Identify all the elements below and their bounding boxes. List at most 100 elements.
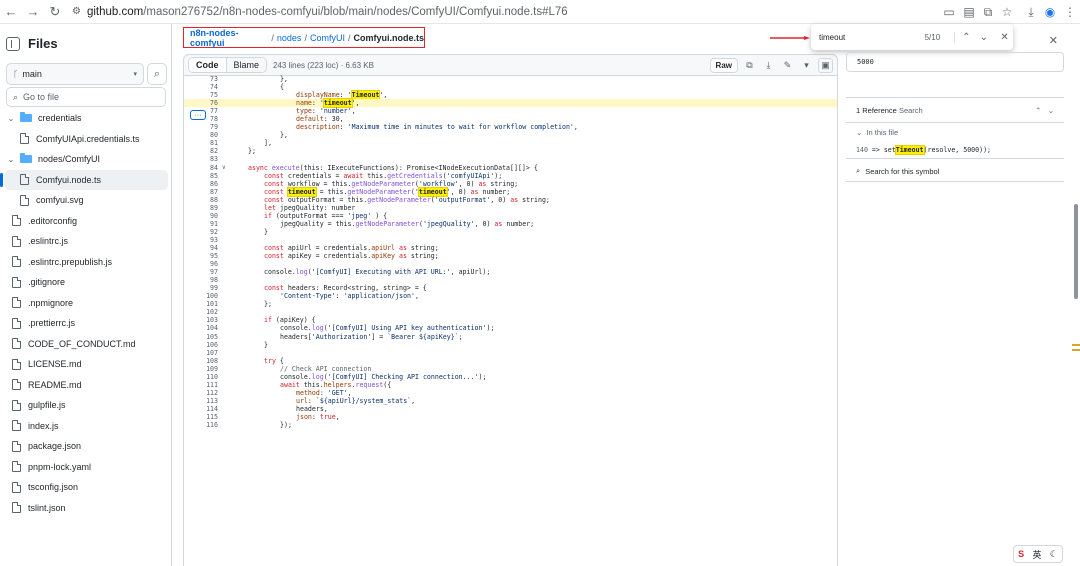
tree-file[interactable]: Comfyui.node.ts — [0, 169, 168, 190]
line-number[interactable]: 88 — [184, 196, 222, 204]
line-number[interactable]: 92 — [184, 228, 222, 236]
line-number[interactable]: 81 — [184, 139, 222, 147]
line-number[interactable]: 75 — [184, 91, 222, 99]
go-to-file-input[interactable]: ⌕ Go to file — [6, 87, 166, 107]
symbols-panel-icon[interactable]: ▣ — [818, 58, 833, 73]
code-line[interactable]: 93 — [184, 236, 837, 244]
line-number[interactable]: 111 — [184, 381, 222, 389]
tree-file[interactable]: .eslintrc.js — [0, 231, 172, 252]
profile-icon[interactable]: ◉ — [1041, 3, 1059, 21]
breadcrumb-comfyui[interactable]: ComfyUI — [310, 33, 345, 43]
back-icon[interactable]: ← — [0, 1, 22, 23]
fold-icon[interactable]: ∨ — [222, 164, 232, 172]
line-number[interactable]: 98 — [184, 276, 222, 284]
code-line[interactable]: 109 // Check API connection — [184, 365, 837, 373]
code-line[interactable]: 100 'Content-Type': 'application/json', — [184, 292, 837, 300]
tree-file[interactable]: .editorconfig — [0, 211, 172, 232]
tree-file[interactable]: LICENSE.md — [0, 354, 172, 375]
line-number[interactable]: 107 — [184, 349, 222, 357]
line-number[interactable]: 99 — [184, 284, 222, 292]
tree-file[interactable]: .eslintrc.prepublish.js — [0, 252, 172, 273]
tree-file[interactable]: ComfyUIApi.credentials.ts — [0, 129, 172, 150]
in-this-file-toggle[interactable]: ⌄ In this file — [856, 128, 898, 137]
reader-icon[interactable]: ▤ — [960, 3, 978, 21]
download-icon[interactable]: ⤓ — [1022, 3, 1040, 21]
tab-blame[interactable]: Blame — [227, 58, 267, 72]
line-number[interactable]: 82 — [184, 147, 222, 155]
line-number[interactable]: 112 — [184, 389, 222, 397]
code-line[interactable]: 103 if (apiKey) { — [184, 316, 837, 324]
tree-file[interactable]: .prettierrc.js — [0, 313, 172, 334]
line-number[interactable]: 83 — [184, 155, 222, 163]
code-line[interactable]: 73}, — [184, 75, 837, 83]
line-number[interactable]: 102 — [184, 308, 222, 316]
code-line[interactable]: 89 let jpegQuality: number — [184, 204, 837, 212]
raw-button[interactable]: Raw — [709, 58, 738, 73]
cast-icon[interactable]: ▭ — [940, 3, 958, 21]
tree-file[interactable]: tsconfig.json — [0, 477, 172, 498]
line-number[interactable]: 97 — [184, 268, 222, 276]
code-line[interactable]: 107 — [184, 349, 837, 357]
line-number[interactable]: 114 — [184, 405, 222, 413]
line-number[interactable]: 84 — [184, 164, 222, 172]
code-line[interactable]: 79 description: 'Maximum time in minutes … — [184, 123, 837, 131]
code-line[interactable]: 108 try { — [184, 357, 837, 365]
line-number[interactable]: 87 — [184, 188, 222, 196]
code-line[interactable]: 80}, — [184, 131, 837, 139]
code-line[interactable]: 74 { — [184, 83, 837, 91]
code-line[interactable]: 111 await this.helpers.request({ — [184, 381, 837, 389]
chevron-down-icon[interactable]: ▾ — [799, 58, 814, 73]
line-number[interactable]: 105 — [184, 333, 222, 341]
tree-file[interactable]: .gitignore — [0, 272, 172, 293]
tree-file[interactable]: README.md — [0, 375, 172, 396]
tree-file[interactable]: comfyui.svg — [0, 190, 172, 211]
line-number[interactable]: 100 — [184, 292, 222, 300]
breadcrumb-nodes[interactable]: nodes — [277, 33, 302, 43]
code-line[interactable]: 110 console.log('[ComfyUI] Checking API c… — [184, 373, 837, 381]
code-line[interactable]: 101}; — [184, 300, 837, 308]
code-line[interactable]: 76 name: 'timeout', — [184, 98, 837, 109]
edit-pencil-icon[interactable]: ✎ — [780, 58, 795, 73]
tree-file[interactable]: package.json — [0, 436, 172, 457]
code-line[interactable]: 106} — [184, 341, 837, 349]
ime-language[interactable]: 英 — [1032, 548, 1041, 561]
download-icon[interactable]: ⤓ — [761, 58, 776, 73]
line-number[interactable]: 90 — [184, 212, 222, 220]
code-line[interactable]: 97 console.log('[ComfyUI] Executing with … — [184, 268, 837, 276]
line-number[interactable]: 76 — [184, 99, 222, 107]
tree-folder[interactable]: ⌄ credentials — [0, 108, 172, 129]
line-number[interactable]: 106 — [184, 341, 222, 349]
tree-file[interactable]: .npmignore — [0, 293, 172, 314]
tree-file[interactable]: tslint.json — [0, 498, 172, 519]
chevron-down-icon[interactable]: ⌄ — [1048, 106, 1054, 115]
line-number[interactable]: 73 — [184, 75, 222, 83]
line-number[interactable]: 109 — [184, 365, 222, 373]
bookmark-star-icon[interactable]: ☆ — [998, 3, 1016, 21]
code-line[interactable]: 88 const outputFormat = this.getNodeParam… — [184, 196, 837, 204]
tree-file[interactable]: gulpfile.js — [0, 395, 172, 416]
forward-icon[interactable]: → — [22, 1, 44, 23]
code-line[interactable]: 91 jpegQuality = this.getNodeParameter('j… — [184, 220, 837, 228]
line-number[interactable]: 80 — [184, 131, 222, 139]
collapse-sidebar-icon[interactable] — [6, 36, 20, 51]
line-number[interactable]: 103 — [184, 316, 222, 324]
code-line[interactable]: 83 — [184, 155, 837, 163]
code-line[interactable]: 102 — [184, 308, 837, 316]
line-number[interactable]: 94 — [184, 244, 222, 252]
code-line[interactable]: 82}; — [184, 147, 837, 155]
code-line[interactable]: 87 const timeout = this.getNodeParameter(… — [184, 186, 837, 197]
line-number[interactable]: 85 — [184, 172, 222, 180]
line-number[interactable]: 113 — [184, 397, 222, 405]
site-info-icon[interactable]: ⚙ — [72, 6, 81, 17]
line-number[interactable]: 110 — [184, 373, 222, 381]
code-line[interactable]: 90 if (outputFormat === 'jpeg' ) { — [184, 212, 837, 220]
line-number[interactable]: 95 — [184, 252, 222, 260]
code-line[interactable]: 105 headers['Authorization'] = `Bearer ${… — [184, 333, 837, 341]
code-line[interactable]: 95 const apiKey = credentials.apiKey as s… — [184, 252, 837, 260]
line-number[interactable]: 74 — [184, 83, 222, 91]
code-line[interactable]: 98 — [184, 276, 837, 284]
reference-search-link[interactable]: Search — [899, 106, 923, 115]
code-line[interactable]: 92} — [184, 228, 837, 236]
copy-icon[interactable]: ⧉ — [742, 58, 757, 73]
moon-icon[interactable]: ☾ — [1050, 549, 1058, 560]
